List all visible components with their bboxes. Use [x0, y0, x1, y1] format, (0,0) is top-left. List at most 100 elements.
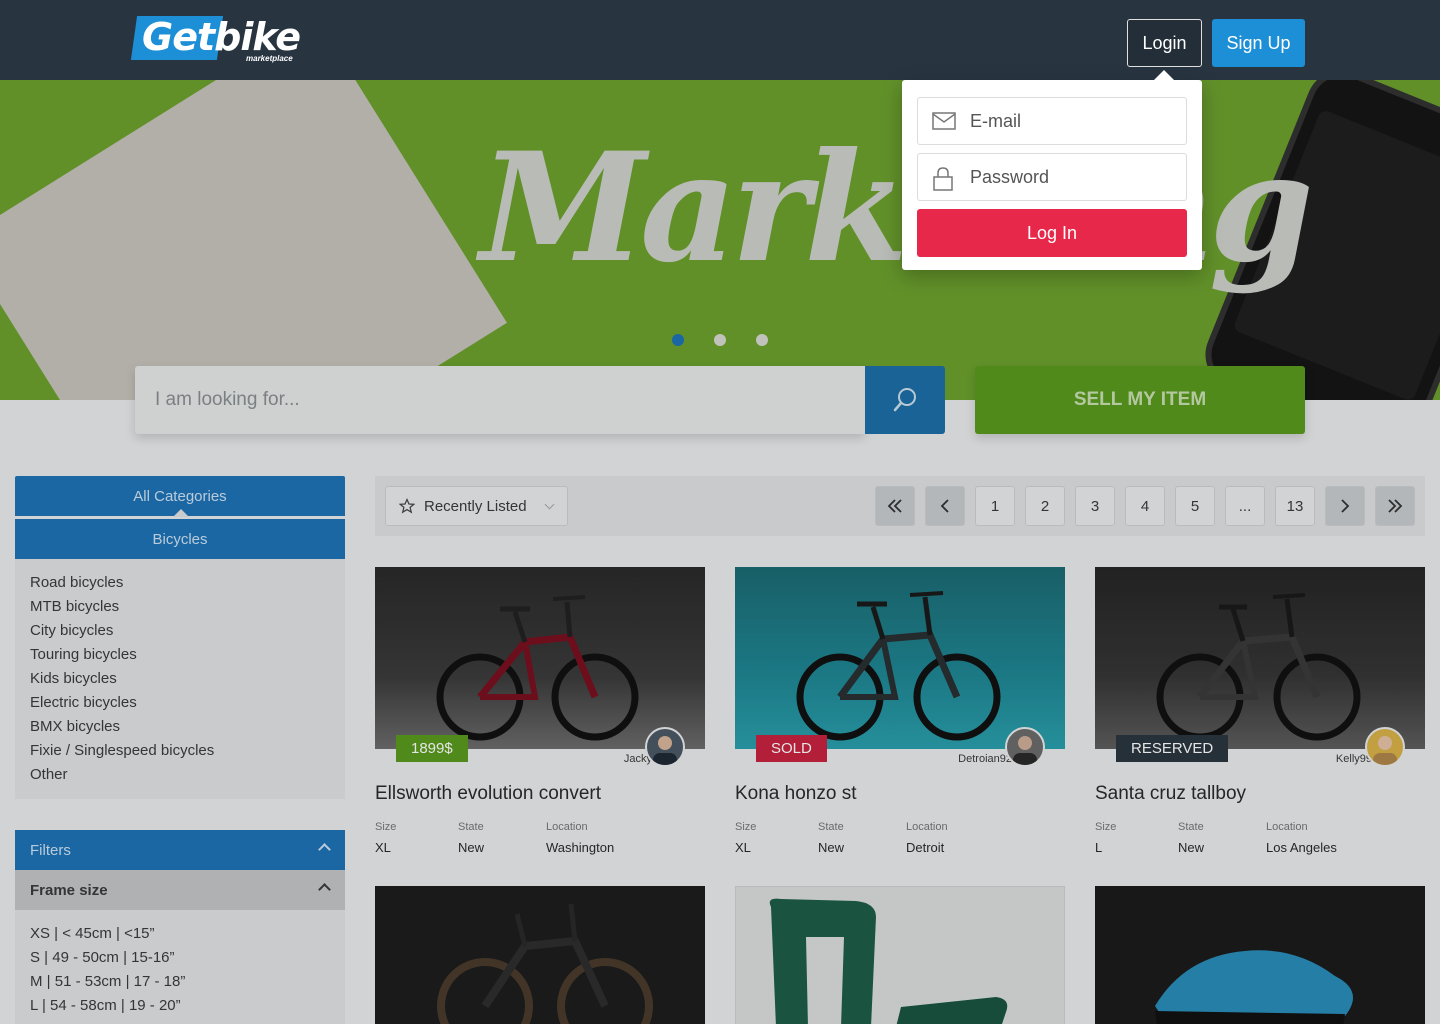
bike-photo[interactable]	[1095, 567, 1425, 749]
last-page-button[interactable]	[1375, 486, 1415, 526]
spec-location: Location Washington	[546, 821, 614, 855]
spec-location: Location Los Angeles	[1266, 821, 1337, 855]
search-button[interactable]	[865, 366, 945, 434]
spec-state: State New	[1178, 821, 1204, 855]
category-item[interactable]: BMX bicycles	[30, 715, 330, 739]
page-button-1[interactable]: 1	[975, 486, 1015, 526]
listing-card[interactable]: 1899$ Jacky Ellsworth evolution convert …	[375, 567, 705, 855]
category-item[interactable]: MTB bicycles	[30, 595, 330, 619]
spec-label: Size	[375, 821, 397, 833]
spec-value: Detroit	[906, 840, 945, 855]
all-categories-label: All Categories	[133, 487, 227, 505]
listing-photo[interactable]	[1095, 886, 1425, 1024]
spec-size: Size XL	[735, 821, 756, 855]
frame-size-option[interactable]: L | 54 - 58cm | 19 - 20”	[30, 994, 330, 1018]
listing-card[interactable]: SOLD Detroian92 Kona honzo st Size XL St…	[735, 567, 1065, 855]
spec-location: Location Detroit	[906, 821, 948, 855]
listing-title[interactable]: Santa cruz tallboy	[1095, 783, 1246, 805]
star-icon	[399, 498, 415, 514]
log-in-button[interactable]: Log In	[917, 209, 1187, 257]
next-page-button[interactable]	[1325, 486, 1365, 526]
category-item[interactable]: City bicycles	[30, 619, 330, 643]
listing-title[interactable]: Kona honzo st	[735, 783, 856, 805]
password-field[interactable]	[917, 153, 1187, 201]
category-item[interactable]: Other	[30, 763, 330, 787]
frame-size-option[interactable]: XS | < 45cm | <15”	[30, 922, 330, 946]
seller-avatar[interactable]	[1365, 727, 1405, 767]
category-item[interactable]: Electric bicycles	[30, 691, 330, 715]
search-icon	[893, 388, 916, 412]
spec-size: Size XL	[375, 821, 396, 855]
getbike-logo[interactable]: Getbike marketplace	[130, 14, 309, 64]
filters-label: Filters	[30, 841, 71, 859]
envelope-icon	[932, 112, 956, 130]
double-chevron-left-icon	[887, 499, 902, 513]
sort-dropdown[interactable]: Recently Listed	[385, 486, 568, 526]
spec-label: Size	[1095, 821, 1117, 833]
price-tag: 1899$	[396, 735, 468, 762]
slider-dot-3[interactable]	[756, 334, 768, 346]
all-categories-button[interactable]: All Categories	[15, 476, 345, 517]
listing-photo[interactable]	[375, 886, 705, 1024]
bicycle-icon	[796, 591, 1001, 741]
frame-size-header[interactable]: Frame size	[15, 870, 345, 910]
sort-label: Recently Listed	[424, 497, 527, 515]
slider-dot-1[interactable]	[672, 334, 684, 346]
email-field[interactable]	[917, 97, 1187, 145]
spec-value: XL	[735, 840, 751, 855]
spec-value: XL	[375, 840, 391, 855]
hero-banner: Marketing	[0, 80, 1440, 400]
slider-dots	[672, 334, 768, 346]
frame-size-option[interactable]: S | 49 - 50cm | 15-16”	[30, 946, 330, 970]
email-input[interactable]	[970, 98, 1180, 144]
page-button-2[interactable]: 2	[1025, 486, 1065, 526]
login-dropdown: Log In	[902, 70, 1202, 270]
spec-value: L	[1095, 840, 1103, 855]
filters-header[interactable]: Filters	[15, 830, 345, 870]
page-button-4[interactable]: 4	[1125, 486, 1165, 526]
current-category-header[interactable]: Bicycles	[15, 519, 345, 567]
category-item[interactable]: Fixie / Singlespeed bicycles	[30, 739, 330, 763]
spec-value: Washington	[546, 840, 615, 855]
bike-photo[interactable]	[735, 567, 1065, 749]
first-page-button[interactable]	[875, 486, 915, 526]
seller-name[interactable]: Detroian92	[958, 753, 1012, 765]
bicycle-icon	[436, 595, 639, 741]
seller-avatar[interactable]	[1005, 727, 1045, 767]
login-button[interactable]: Login	[1127, 19, 1202, 67]
chevron-right-icon	[1341, 499, 1350, 513]
spec-size: Size L	[1095, 821, 1116, 855]
spec-state: State New	[458, 821, 484, 855]
slider-dot-2[interactable]	[714, 334, 726, 346]
signup-button[interactable]: Sign Up	[1212, 19, 1305, 67]
listing-card[interactable]: RESERVED Kelly99 Santa cruz tallboy Size…	[1095, 567, 1425, 855]
shoe-icon	[1155, 950, 1353, 1024]
frame-size-option[interactable]: M | 51 - 53cm | 17 - 18”	[30, 970, 330, 994]
sell-my-item-button[interactable]: SELL MY ITEM	[975, 366, 1305, 434]
category-item[interactable]: Kids bicycles	[30, 667, 330, 691]
chevron-down-icon	[544, 499, 555, 510]
seller-avatar[interactable]	[645, 727, 685, 767]
spec-label: State	[1178, 821, 1204, 833]
page-button-3[interactable]: 3	[1075, 486, 1115, 526]
password-input[interactable]	[970, 154, 1180, 200]
bike-photo[interactable]	[375, 567, 705, 749]
spec-value: Los Angeles	[1266, 840, 1337, 855]
listing-title[interactable]: Ellsworth evolution convert	[375, 783, 601, 805]
page-button-13[interactable]: 13	[1275, 486, 1315, 526]
logo-subtitle: marketplace	[246, 54, 293, 63]
current-category-label: Bicycles	[152, 530, 208, 548]
listing-photo[interactable]	[735, 886, 1065, 1024]
page-button-5[interactable]: 5	[1175, 486, 1215, 526]
prev-page-button[interactable]	[925, 486, 965, 526]
frame-size-label: Frame size	[30, 881, 108, 899]
spec-value: New	[818, 840, 845, 855]
lock-icon	[933, 167, 953, 191]
chevron-left-icon	[940, 499, 949, 513]
spec-label: State	[458, 821, 484, 833]
search-input[interactable]	[135, 366, 865, 434]
bicycle-icon	[437, 903, 653, 1024]
category-item[interactable]: Road bicycles	[30, 571, 330, 595]
category-item[interactable]: Touring bicycles	[30, 643, 330, 667]
spec-state: State New	[818, 821, 844, 855]
